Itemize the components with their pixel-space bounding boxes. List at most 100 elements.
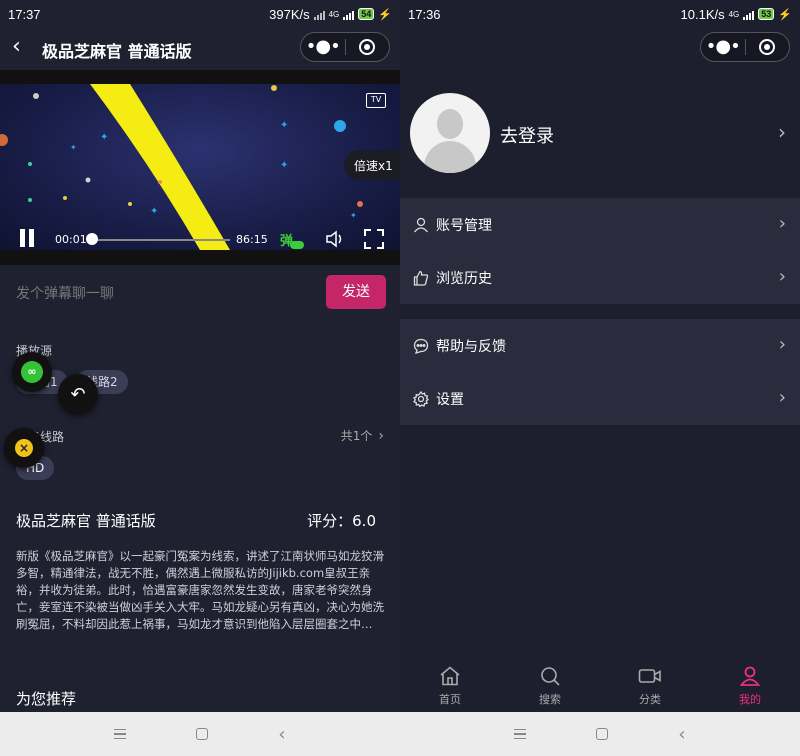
tab-label: 首页 [439, 692, 461, 706]
chevron-right-icon: › [778, 334, 786, 355]
search-icon [539, 666, 561, 689]
menu-item-help[interactable]: 帮助与反馈 › [400, 319, 800, 372]
status-time: 17:36 [408, 6, 441, 22]
home-square-icon[interactable] [596, 728, 609, 740]
charging-icon: ⚡ [378, 8, 392, 21]
network-speed: 397K/s [269, 6, 310, 22]
miniprogram-capsule: •●• [300, 32, 390, 62]
chevron-right-icon: › [778, 213, 786, 234]
progress-knob[interactable] [86, 233, 98, 245]
more-options-icon[interactable]: •●• [701, 33, 745, 61]
profile-header[interactable]: 去登录 › [400, 90, 800, 180]
video-camera-icon [638, 666, 662, 689]
tab-mine[interactable]: 我的 [700, 660, 800, 712]
svg-text:✦: ✦ [280, 120, 288, 131]
fullscreen-icon[interactable] [364, 229, 384, 253]
volume-icon[interactable] [325, 229, 347, 253]
menu-icon[interactable] [514, 728, 527, 740]
status-bar: 17:37 397K/s 4G 54 ⚡ [0, 0, 400, 28]
tab-label: 搜索 [539, 692, 561, 706]
bottom-tab-bar: 首页 搜索 分类 我的 [400, 660, 800, 712]
nav-back-icon[interactable]: ‹ [678, 724, 685, 745]
page-title: 极品芝麻官 普通话版 [42, 42, 192, 61]
current-time: 00:01 [55, 233, 87, 246]
menu-item-account[interactable]: 账号管理 › [400, 198, 800, 251]
status-time: 17:37 [8, 6, 41, 22]
danmu-toggle[interactable]: 弹 [280, 230, 305, 249]
player-controls: 00:01 86:15 弹 [0, 227, 400, 253]
chevron-right-icon: › [778, 266, 786, 287]
signal-icon-2 [343, 9, 355, 20]
total-time: 86:15 [236, 233, 268, 246]
login-link[interactable]: 去登录 [500, 122, 554, 148]
svg-text:✦: ✦ [150, 206, 158, 217]
avatar [410, 93, 490, 173]
tab-category[interactable]: 分类 [600, 660, 700, 712]
more-options-icon[interactable]: •●• [301, 33, 345, 61]
charging-icon: ⚡ [778, 8, 792, 21]
video-frame: ✦ ✦ ✦ ✦ ✦ ✦ [0, 84, 400, 250]
chevron-right-icon: › [778, 120, 786, 144]
profile-screen: 17:36 10.1K/s 4G 53 ⚡ •●• 去登录 › 账号管理 › 浏… [400, 0, 800, 756]
tab-label: 分类 [639, 692, 661, 706]
send-button[interactable]: 发送 [326, 275, 386, 309]
gear-icon [412, 390, 430, 408]
person-icon [739, 666, 761, 689]
wechat-float-button[interactable]: ∞ [12, 352, 52, 392]
back-icon[interactable]: ‹ [12, 34, 21, 59]
home-square-icon[interactable] [196, 728, 209, 740]
menu-icon[interactable] [114, 728, 127, 740]
battery-icon: 54 [358, 8, 375, 20]
signal-icon [743, 9, 755, 20]
movie-rating: 评分：6.0 [307, 512, 376, 530]
danmu-input-row: 发个弹幕聊一聊 发送 [0, 265, 400, 321]
close-miniprogram-icon[interactable] [346, 39, 390, 55]
danmu-input[interactable]: 发个弹幕聊一聊 [16, 283, 114, 303]
menu-item-label: 账号管理 [436, 217, 492, 234]
tab-home[interactable]: 首页 [400, 660, 500, 712]
pause-icon[interactable] [18, 229, 36, 249]
progress-track[interactable] [90, 239, 230, 241]
battery-icon: 53 [758, 8, 775, 20]
route-count[interactable]: 共1个 › [341, 427, 384, 444]
movie-title: 极品芝麻官 普通话版 [16, 512, 156, 530]
home-icon [439, 665, 461, 689]
menu-item-label: 设置 [436, 391, 464, 408]
system-nav-bar: ‹ [400, 712, 800, 756]
share-arrow-icon: ↶ [70, 383, 86, 405]
close-miniprogram-icon[interactable] [746, 39, 790, 55]
tab-search[interactable]: 搜索 [500, 660, 600, 712]
chevron-right-icon: › [378, 428, 384, 444]
nav-back-icon[interactable]: ‹ [278, 724, 285, 745]
network-type: 4G [728, 9, 740, 19]
movie-description: 新版《极品芝麻官》以一起豪门冤案为线索，讲述了江南状师马如龙狡滑多智，精通律法，… [16, 549, 384, 631]
wechat-icon: ∞ [21, 361, 43, 383]
menu-group-account: 账号管理 › 浏览历史 › [400, 198, 800, 304]
menu-item-settings[interactable]: 设置 › [400, 372, 800, 425]
svg-text:✦: ✦ [280, 160, 288, 171]
share-float-button[interactable]: ↶ [58, 374, 98, 414]
status-bar: 17:36 10.1K/s 4G 53 ⚡ [400, 0, 800, 28]
signal-icon [313, 9, 325, 20]
system-nav-bar: ‹ [0, 712, 400, 756]
network-type: 4G [328, 9, 340, 19]
close-float-button[interactable]: × [4, 428, 44, 468]
chat-bubble-icon [412, 337, 430, 355]
playback-speed-button[interactable]: 倍速x1 [344, 150, 400, 180]
miniprogram-capsule: •●• [700, 32, 790, 62]
menu-item-history[interactable]: 浏览历史 › [400, 251, 800, 304]
video-player[interactable]: ✦ ✦ ✦ ✦ ✦ ✦ TV 倍速x1 00:01 86:15 弹 [0, 70, 400, 265]
svg-text:✦: ✦ [100, 132, 108, 143]
svg-text:✦: ✦ [70, 143, 77, 152]
menu-item-label: 浏览历史 [436, 270, 492, 287]
thumbs-up-icon [412, 269, 430, 287]
cast-tv-icon[interactable]: TV [366, 93, 386, 108]
menu-group-support: 帮助与反馈 › 设置 › [400, 319, 800, 425]
video-frame-art: ✦ ✦ ✦ ✦ ✦ ✦ [0, 84, 363, 250]
tab-label: 我的 [739, 692, 761, 706]
nav-header: ‹ 极品芝麻官 普通话版 •●• [0, 28, 400, 70]
menu-item-label: 帮助与反馈 [436, 338, 506, 355]
network-speed: 10.1K/s [680, 6, 725, 22]
user-icon [412, 216, 430, 234]
recommend-title: 为您推荐 [16, 690, 77, 708]
